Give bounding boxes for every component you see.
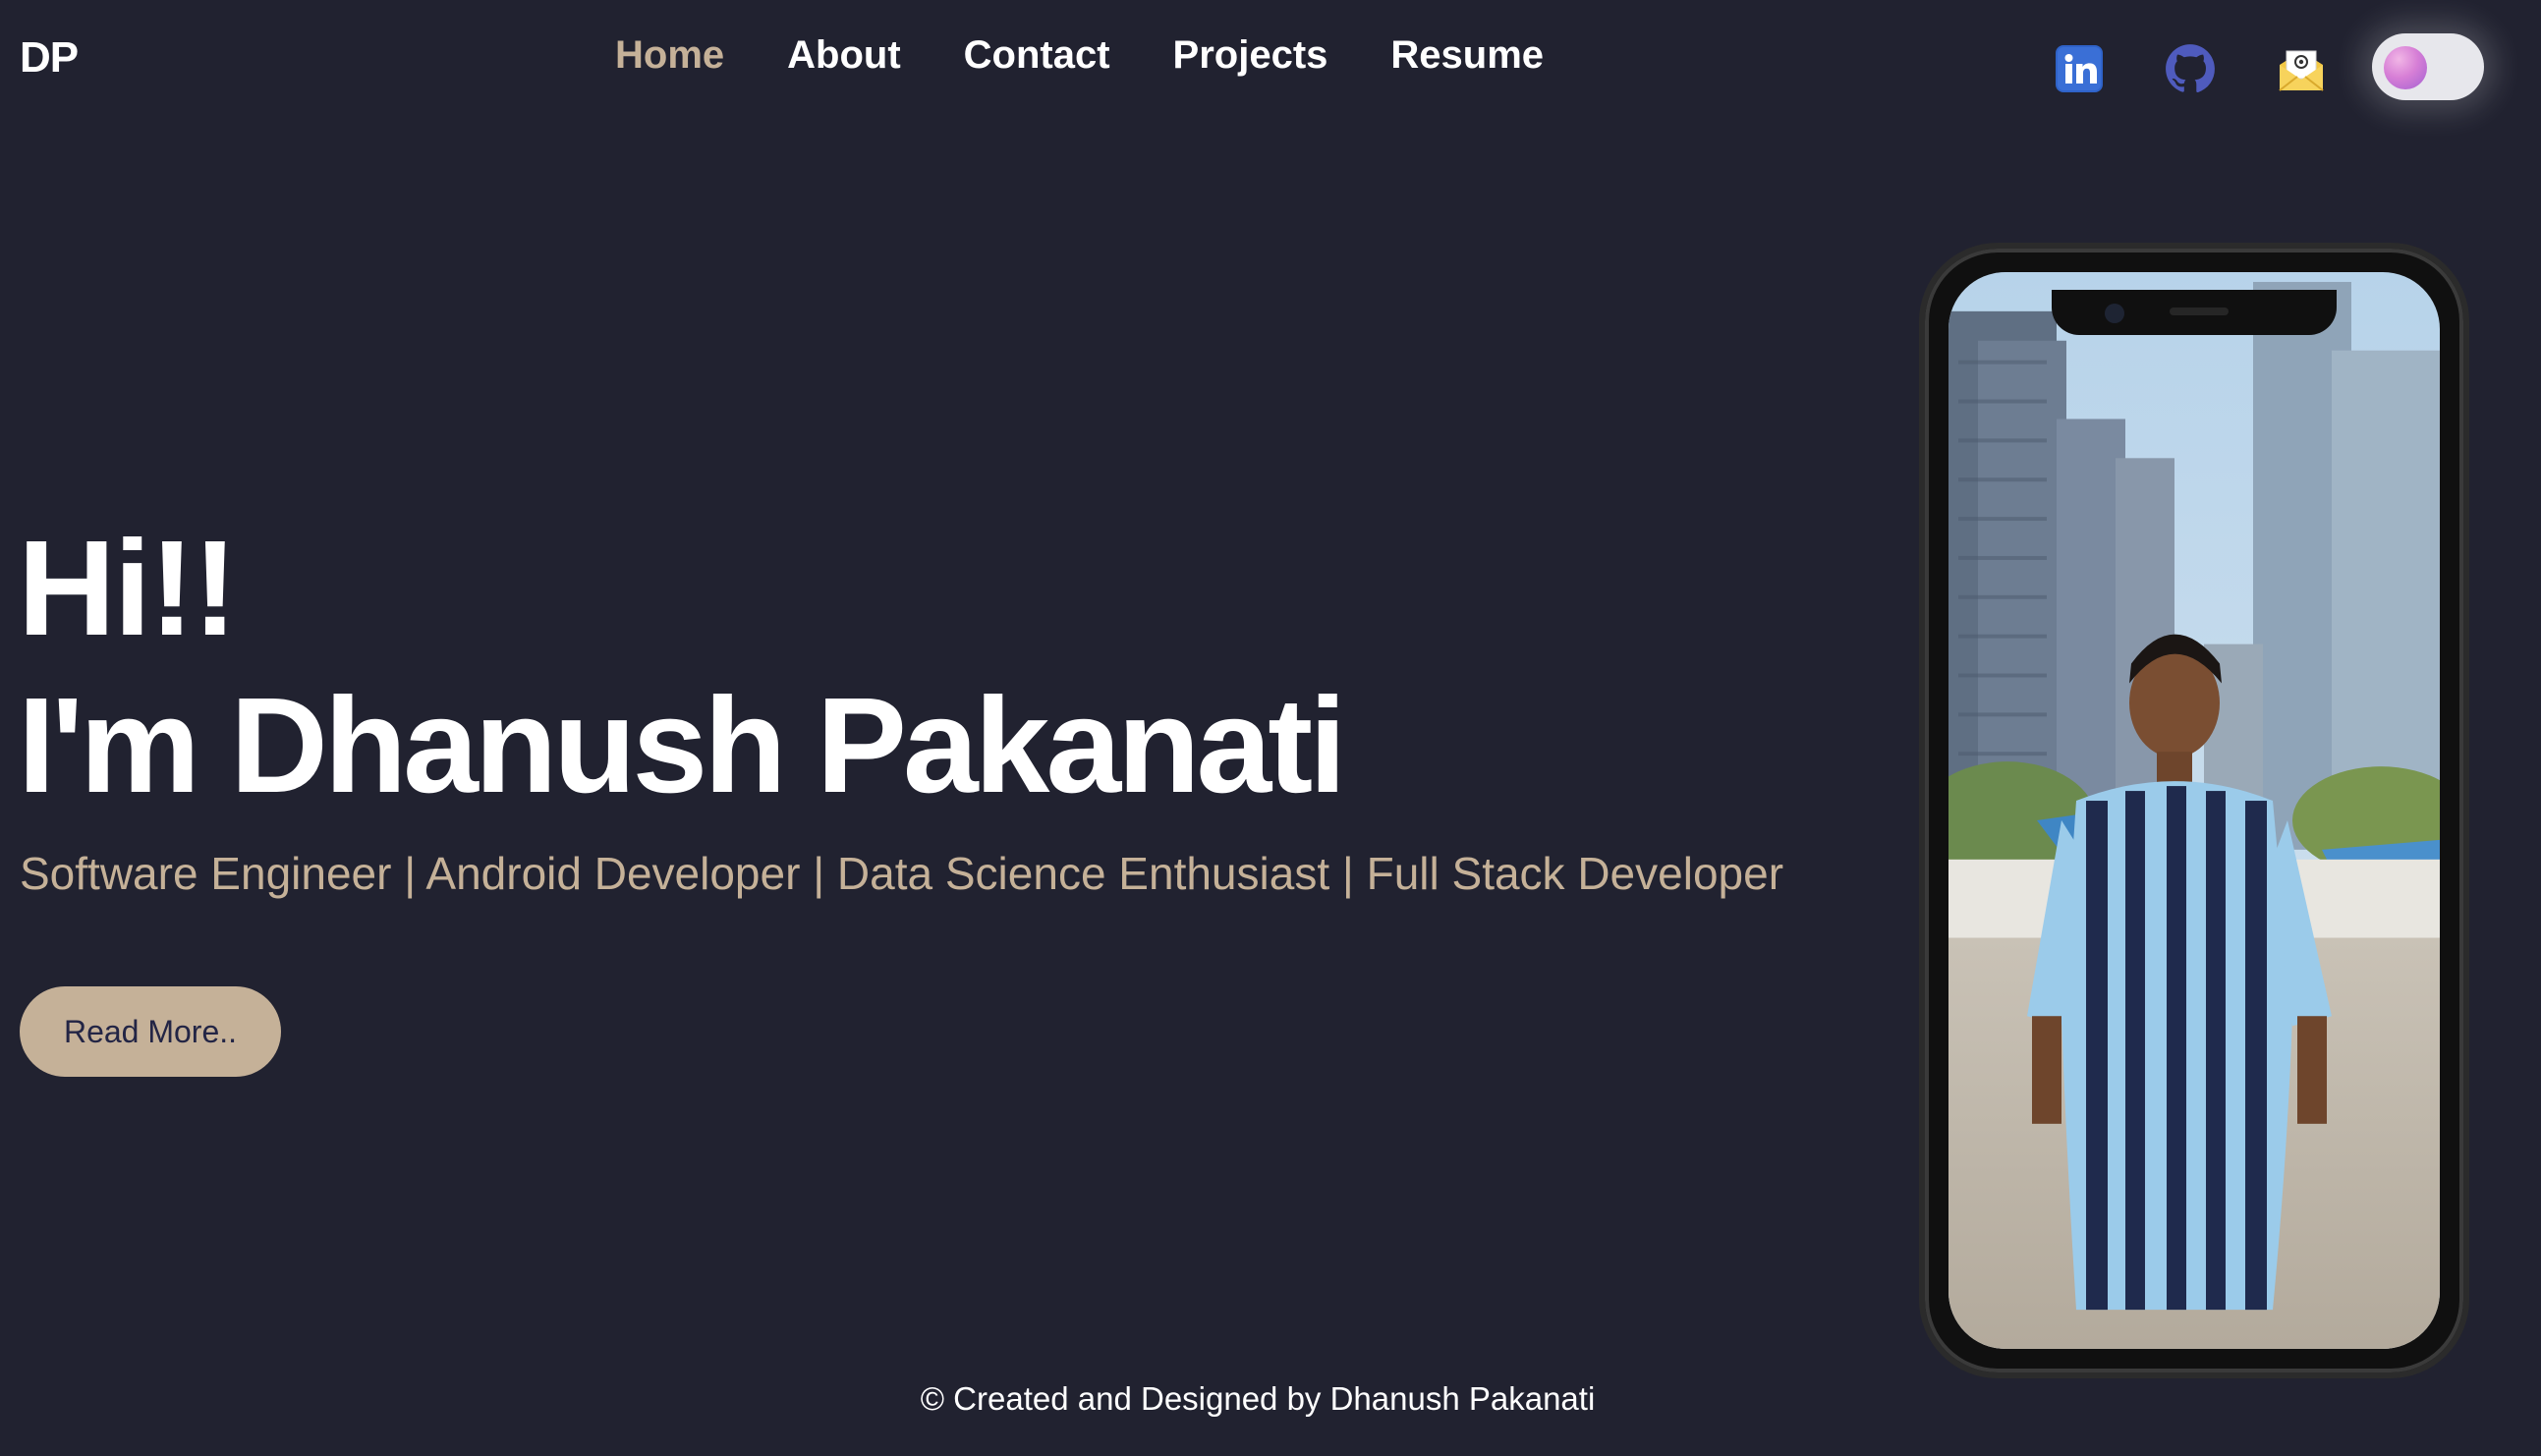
site-logo[interactable]: DP <box>20 33 79 83</box>
read-more-button[interactable]: Read More.. <box>20 986 281 1077</box>
theme-toggle-knob <box>2384 46 2427 89</box>
page: DP Home About Contact Projects Resume Hi… <box>0 0 2541 1456</box>
phone-mockup <box>1919 243 2469 1378</box>
camera-icon <box>2105 304 2124 323</box>
nav-item-about[interactable]: About <box>787 33 901 78</box>
mail-icon[interactable] <box>2276 43 2327 94</box>
main-nav: Home About Contact Projects Resume <box>615 33 1544 78</box>
nav-item-home[interactable]: Home <box>615 33 724 78</box>
profile-photo <box>1948 272 2440 1349</box>
footer-credit: © Created and Designed by Dhanush Pakana… <box>920 1380 1596 1417</box>
phone-notch <box>2052 290 2337 335</box>
speaker-grille <box>2170 308 2229 315</box>
nav-item-resume[interactable]: Resume <box>1390 33 1544 78</box>
nav-item-projects[interactable]: Projects <box>1173 33 1328 78</box>
linkedin-icon[interactable] <box>2054 43 2105 94</box>
theme-toggle[interactable] <box>2372 33 2484 100</box>
hero-name: I'm Dhanush Pakanati <box>18 670 1347 821</box>
hero-greeting: Hi!! <box>18 513 238 664</box>
nav-item-contact[interactable]: Contact <box>964 33 1110 78</box>
hero-tagline: Software Engineer | Android Developer | … <box>20 848 1784 899</box>
github-icon[interactable] <box>2165 43 2216 94</box>
